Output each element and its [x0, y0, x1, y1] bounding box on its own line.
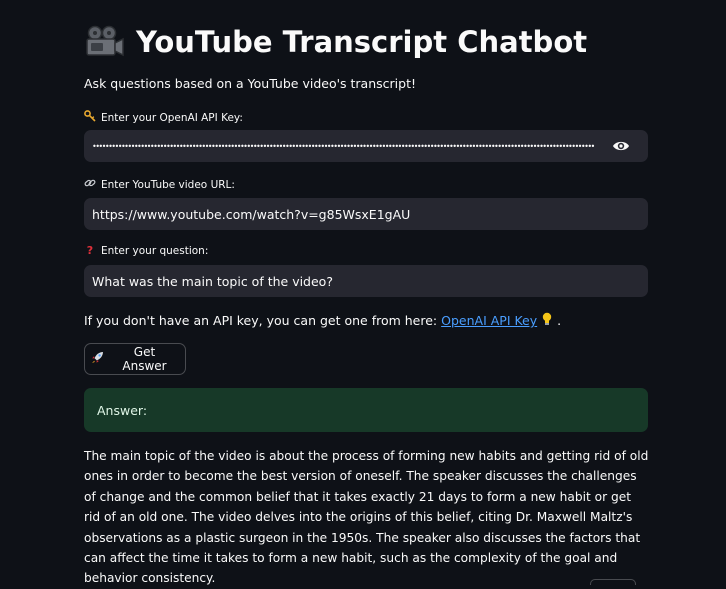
answer-success-box: Answer:: [84, 388, 648, 432]
video-url-input[interactable]: [92, 206, 648, 222]
question-label: ? Enter your question:: [84, 244, 209, 257]
rocket-icon: [91, 351, 104, 367]
page-subtitle: Ask questions based on a YouTube video's…: [84, 76, 416, 91]
get-answer-label: Get Answer: [122, 345, 167, 373]
answer-text: The main topic of the video is about the…: [84, 449, 649, 586]
lightbulb-icon: [541, 312, 553, 329]
question-input[interactable]: [92, 273, 648, 289]
api-key-input[interactable]: ••••••••••••••••••••••••••••••••••••••••…: [84, 130, 648, 162]
question-mark-icon: ?: [86, 244, 94, 257]
openai-api-key-link[interactable]: OpenAI API Key: [441, 313, 537, 328]
video-url-label: Enter YouTube video URL:: [84, 177, 235, 192]
video-url-input-box[interactable]: [84, 198, 648, 230]
eye-icon[interactable]: [612, 138, 630, 154]
movie-camera-icon: [84, 25, 124, 59]
answer-label: Answer:: [97, 402, 148, 418]
api-key-info: If you don't have an API key, you can ge…: [84, 312, 562, 329]
get-answer-button[interactable]: Get Answer: [84, 343, 186, 375]
header: YouTube Transcript Chatbot: [84, 22, 587, 62]
page-title: YouTube Transcript Chatbot: [136, 25, 588, 59]
link-icon: [84, 177, 96, 192]
key-icon: [84, 110, 96, 125]
api-key-label: Enter your OpenAI API Key:: [84, 110, 243, 125]
question-input-box[interactable]: [84, 265, 648, 297]
api-key-masked-value[interactable]: ••••••••••••••••••••••••••••••••••••••••…: [92, 142, 606, 151]
partial-button-outline: [590, 579, 636, 585]
